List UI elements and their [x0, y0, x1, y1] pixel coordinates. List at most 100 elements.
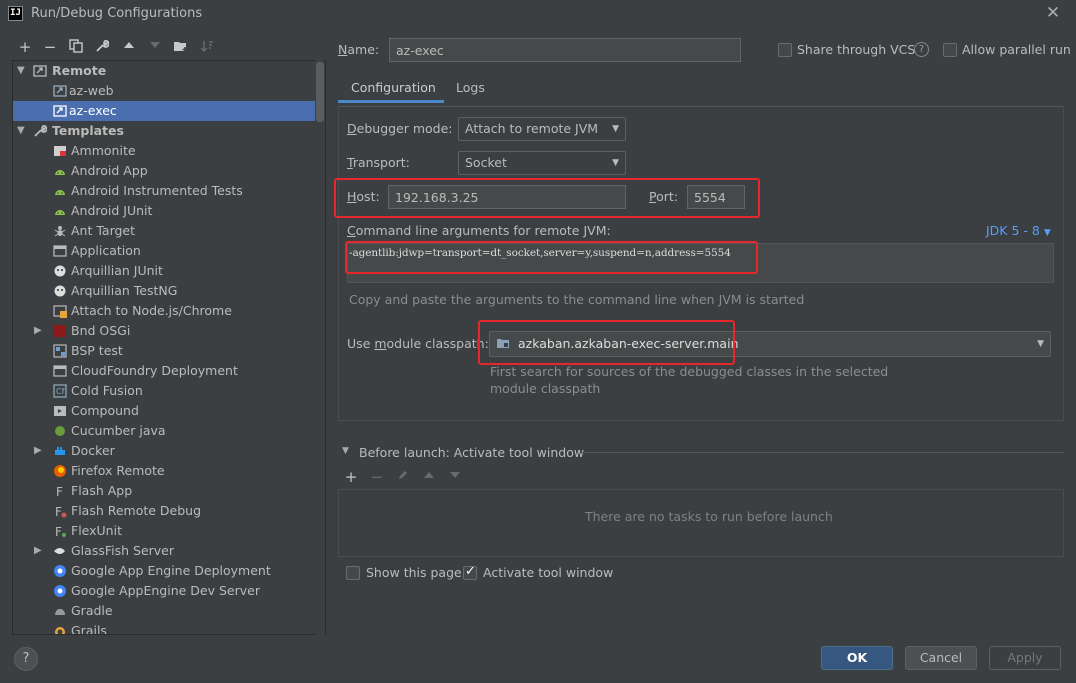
ant-target-icon: [53, 224, 67, 238]
wrench-icon[interactable]: [92, 38, 112, 56]
tree-item-glassfish-server[interactable]: ▶ GlassFish Server: [13, 541, 315, 561]
before-launch-empty-text: There are no tasks to run before launch: [585, 509, 833, 524]
collapse-arrow-icon[interactable]: ▼: [342, 446, 349, 456]
tree-group-remote[interactable]: ▼ Remote: [13, 61, 315, 81]
tree-item-attach-to-node-js-chrome[interactable]: Attach to Node.js/Chrome: [13, 301, 315, 321]
plus-icon[interactable]: +: [15, 38, 35, 56]
share-vcs-label: Share through VCS: [797, 42, 916, 57]
tree-item-flash-app[interactable]: F Flash App: [13, 481, 315, 501]
tree-item-grails[interactable]: Grails: [13, 621, 315, 635]
tab-configuration[interactable]: Configuration: [338, 76, 444, 104]
activate-tool-window-label: Activate tool window: [483, 565, 614, 580]
activate-tool-window-checkbox[interactable]: [463, 564, 477, 580]
minus-icon[interactable]: −: [367, 468, 387, 486]
arrow-up-icon[interactable]: [119, 38, 139, 56]
cmd-args-hint: Copy and paste the arguments to the comm…: [349, 292, 805, 307]
expand-arrow-icon[interactable]: ▶: [34, 321, 46, 341]
debugger-mode-select[interactable]: Attach to remote JVM ▼: [458, 117, 626, 141]
transport-label: Transport:: [347, 155, 410, 170]
tree-item-label: Cold Fusion: [71, 383, 143, 398]
module-classpath-label: Use module classpath:: [347, 336, 489, 351]
arrow-down-icon[interactable]: [445, 468, 465, 486]
before-launch-title[interactable]: Before launch: Activate tool window: [359, 445, 584, 460]
tree-item-cucumber-java[interactable]: Cucumber java: [13, 421, 315, 441]
tree-item-compound[interactable]: Compound: [13, 401, 315, 421]
jdk-version-link[interactable]: JDK 5 - 8 ▼: [986, 223, 1051, 238]
allow-parallel-checkbox[interactable]: [943, 43, 957, 57]
close-icon[interactable]: ✕: [1045, 3, 1061, 23]
ok-button[interactable]: OK: [821, 646, 893, 670]
help-button[interactable]: ?: [14, 647, 38, 671]
tree-item-android-instrumented-tests[interactable]: Android Instrumented Tests: [13, 181, 315, 201]
svg-text:F: F: [56, 485, 63, 498]
tree-item-label: Grails: [71, 623, 107, 635]
configuration-tree[interactable]: ▼ Remote az-web az-exec ▼ Templates Ammo…: [12, 60, 326, 635]
minus-icon[interactable]: −: [40, 38, 60, 56]
tree-item-bnd-osgi[interactable]: ▶ Bnd OSGi: [13, 321, 315, 341]
tree-item-bsp-test[interactable]: BSP test: [13, 341, 315, 361]
cucumber-java-icon: [53, 424, 67, 438]
plus-icon[interactable]: +: [341, 468, 361, 486]
tree-item-gradle[interactable]: Gradle: [13, 601, 315, 621]
tree-item-arquillian-junit[interactable]: Arquillian JUnit: [13, 261, 315, 281]
share-vcs-checkbox[interactable]: [778, 43, 792, 57]
intellij-app-icon: IJ: [8, 6, 23, 21]
chevron-down-icon: ▼: [612, 124, 619, 134]
remote-icon: [33, 64, 47, 78]
arrow-down-icon[interactable]: [145, 38, 165, 56]
grails-icon: [53, 624, 67, 634]
tree-scrollbar-thumb[interactable]: [316, 62, 324, 122]
expand-arrow-icon[interactable]: ▼: [17, 121, 29, 141]
transport-select[interactable]: Socket ▼: [458, 151, 626, 175]
tree-item-arquillian-testng[interactable]: Arquillian TestNG: [13, 281, 315, 301]
chevron-down-icon: ▼: [1043, 228, 1051, 238]
help-circle-icon[interactable]: ?: [914, 42, 929, 57]
cmd-args-label: Command line arguments for remote JVM:: [347, 223, 611, 238]
tree-item-android-app[interactable]: Android App: [13, 161, 315, 181]
glassfish-server-icon: [53, 544, 67, 558]
tree-item-cold-fusion[interactable]: Cf Cold Fusion: [13, 381, 315, 401]
tree-scrollbar[interactable]: [315, 60, 325, 635]
tree-item-google-app-engine-deployment[interactable]: Google App Engine Deployment: [13, 561, 315, 581]
tree-item-az-web[interactable]: az-web: [13, 81, 315, 101]
tree-item-label: Gradle: [71, 603, 113, 618]
expand-arrow-icon[interactable]: ▼: [17, 61, 29, 81]
tree-item-label: Flash Remote Debug: [71, 503, 202, 518]
port-label: Port:: [649, 189, 678, 204]
name-input[interactable]: [389, 38, 741, 62]
window-title: Run/Debug Configurations: [31, 6, 203, 21]
cancel-button[interactable]: Cancel: [905, 646, 977, 670]
tree-item-ammonite[interactable]: Ammonite: [13, 141, 315, 161]
tree-item-label: Arquillian TestNG: [71, 283, 178, 298]
folder-icon[interactable]: [171, 38, 191, 56]
tree-item-android-junit[interactable]: Android JUnit: [13, 201, 315, 221]
tree-item-flash-remote-debug[interactable]: F Flash Remote Debug: [13, 501, 315, 521]
tree-item-google-appengine-dev-server[interactable]: Google AppEngine Dev Server: [13, 581, 315, 601]
expand-arrow-icon[interactable]: ▶: [34, 441, 46, 461]
tree-item-ant-target[interactable]: Ant Target: [13, 221, 315, 241]
apply-button[interactable]: Apply: [989, 646, 1061, 670]
arrow-up-icon[interactable]: [419, 468, 439, 486]
attach-to-node-js-chrome-icon: [53, 304, 67, 318]
sort-icon[interactable]: [197, 38, 217, 56]
tree-item-cloudfoundry-deployment[interactable]: CloudFoundry Deployment: [13, 361, 315, 381]
pencil-icon[interactable]: [393, 468, 413, 486]
host-input[interactable]: [388, 185, 626, 209]
show-page-checkbox[interactable]: [346, 566, 360, 580]
bsp-test-icon: [53, 344, 67, 358]
flexunit-icon: F: [53, 524, 67, 539]
tree-item-label: Google App Engine Deployment: [71, 563, 271, 578]
tree-item-docker[interactable]: ▶ Docker: [13, 441, 315, 461]
tree-item-firefox-remote[interactable]: Firefox Remote: [13, 461, 315, 481]
remote-config-icon: [53, 104, 67, 118]
google-appengine-dev-server-icon: [53, 584, 67, 598]
tab-logs[interactable]: Logs: [456, 80, 485, 95]
port-input[interactable]: [687, 185, 745, 209]
tree-item-flexunit[interactable]: F FlexUnit: [13, 521, 315, 541]
tree-item-label: az-exec: [69, 103, 117, 118]
copy-icon[interactable]: [66, 38, 86, 56]
tree-item-application[interactable]: Application: [13, 241, 315, 261]
tree-group-templates[interactable]: ▼ Templates: [13, 121, 315, 141]
expand-arrow-icon[interactable]: ▶: [34, 541, 46, 561]
tree-item-az-exec[interactable]: az-exec: [13, 101, 315, 121]
